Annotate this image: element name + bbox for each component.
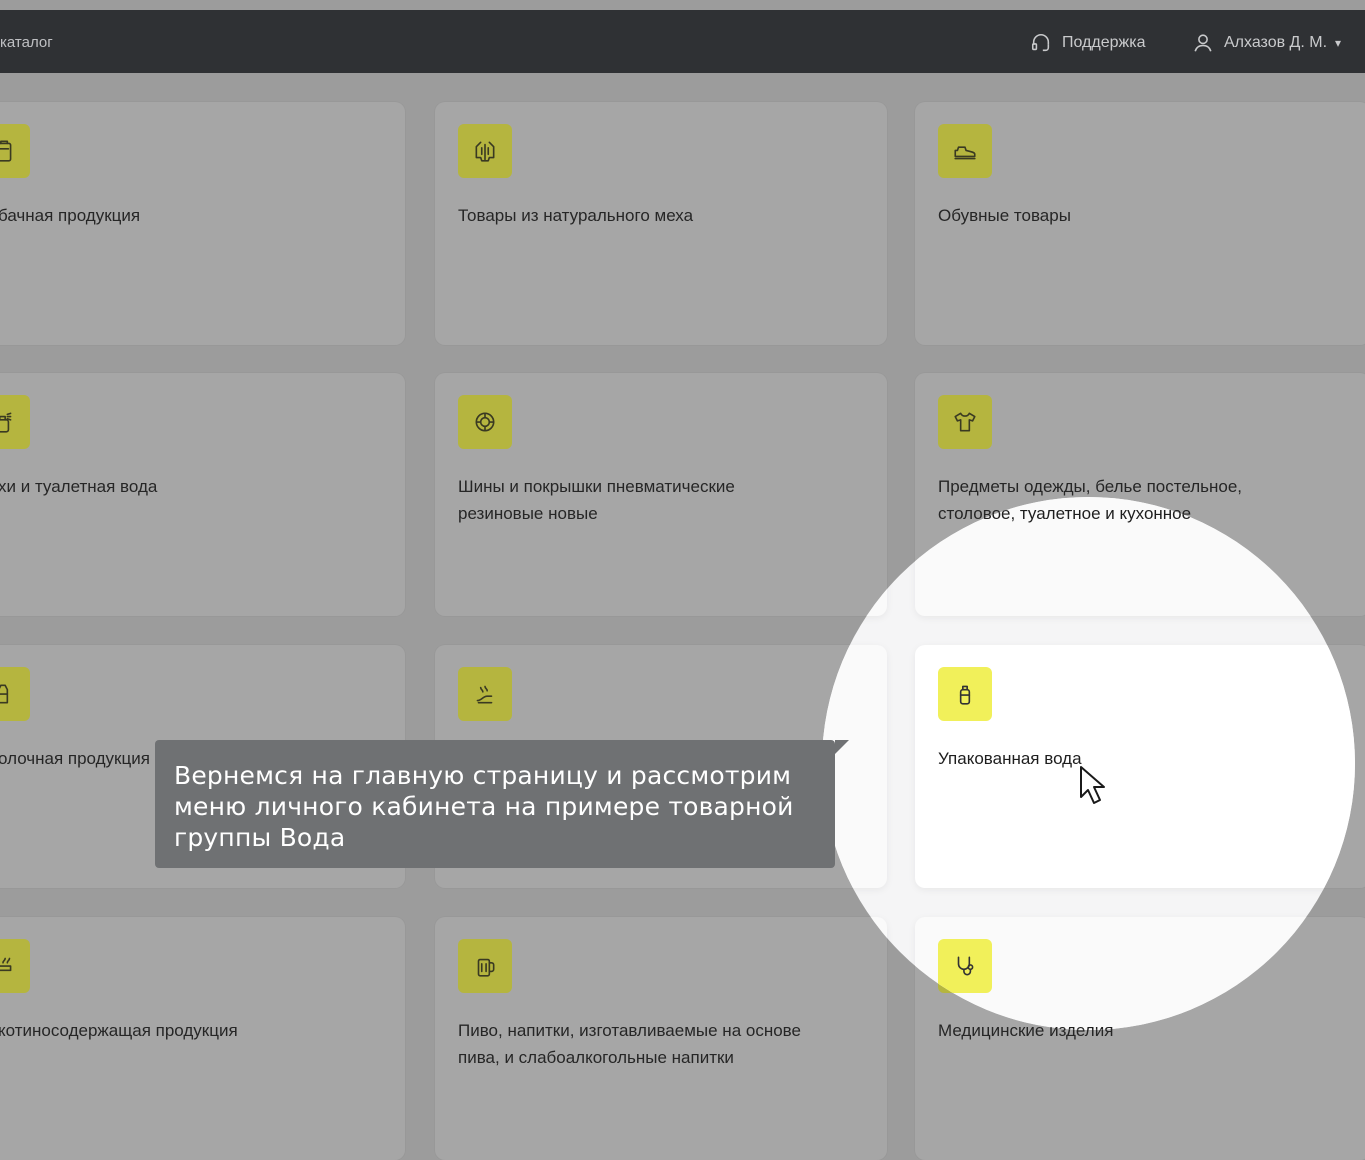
user-name: Алхазов Д. М.	[1224, 34, 1328, 51]
category-card-label: Шины и покрышки пневматические резиновые…	[458, 477, 735, 523]
category-card-label: Предметы одежды, белье постельное, столо…	[938, 504, 1192, 523]
category-card[interactable]: хи и туалетная вода	[0, 373, 405, 616]
category-card[interactable]: Пиво, напитки, изготавливаемые на основе…	[822, 917, 887, 1030]
chevron-down-icon: ▾	[1335, 36, 1342, 50]
product-icon	[458, 667, 512, 721]
stethoscope-icon	[938, 939, 992, 993]
nicotine-icon	[0, 939, 30, 993]
category-card-label: Товары из натурального меха	[458, 206, 694, 225]
breadcrumb[interactable]: каталог	[0, 34, 53, 51]
shoe-icon	[938, 124, 992, 178]
dairy-icon	[0, 667, 30, 721]
tooltip-tail	[835, 740, 849, 754]
tshirt-icon	[938, 395, 992, 449]
headset-icon	[1031, 34, 1050, 52]
category-card[interactable]: бачная продукция	[0, 102, 405, 345]
category-card[interactable]: Шины и покрышки пневматические резиновые…	[822, 497, 887, 616]
category-card[interactable]: Товары из натурального меха	[435, 102, 887, 345]
beer-icon	[458, 939, 512, 993]
category-card-label: Упакованная вода	[938, 749, 1082, 768]
category-card[interactable]: Пиво, напитки, изготавливаемые на основе…	[435, 917, 887, 1160]
support-label: Поддержка	[1062, 34, 1146, 51]
perfume-icon	[0, 395, 30, 449]
category-card[interactable]: Шины и покрышки пневматические резиновые…	[435, 373, 887, 616]
tooltip-text: Вернемся на главную страницу и рассмотри…	[174, 761, 794, 852]
category-card-label: олочная продукция	[0, 749, 150, 768]
category-card[interactable]: Предметы одежды, белье постельное, столо…	[915, 497, 1355, 616]
tire-icon	[458, 395, 512, 449]
category-card-label: котиносодержащая продукция	[0, 1021, 238, 1040]
water-bottle-icon	[938, 667, 992, 721]
mouse-cursor-icon	[1080, 766, 1105, 804]
category-card[interactable]: Медицинские изделия	[915, 917, 1355, 1030]
user-icon	[1194, 34, 1212, 52]
user-menu[interactable]: Алхазов Д. М. ▾	[1192, 32, 1341, 54]
category-card-label: хи и туалетная вода	[0, 477, 158, 496]
tobacco-icon	[0, 124, 30, 178]
tutorial-tooltip: Вернемся на главную страницу и рассмотри…	[155, 740, 849, 868]
support-link[interactable]: Поддержка	[1030, 32, 1145, 54]
fur-coat-icon	[458, 124, 512, 178]
category-card-label: Обувные товары	[938, 206, 1071, 225]
category-card-label: Пиво, напитки, изготавливаемые на основе…	[458, 1021, 801, 1067]
top-bar: каталог Поддержка Алхазов Д. М. ▾	[0, 10, 1365, 73]
category-card-label: бачная продукция	[0, 206, 141, 225]
category-card[interactable]: котиносодержащая продукция	[0, 917, 405, 1160]
category-card-label: Медицинские изделия	[938, 1017, 1113, 1030]
category-card[interactable]: Упакованная вода	[915, 645, 1355, 888]
category-card[interactable]: Обувные товары	[915, 102, 1365, 345]
